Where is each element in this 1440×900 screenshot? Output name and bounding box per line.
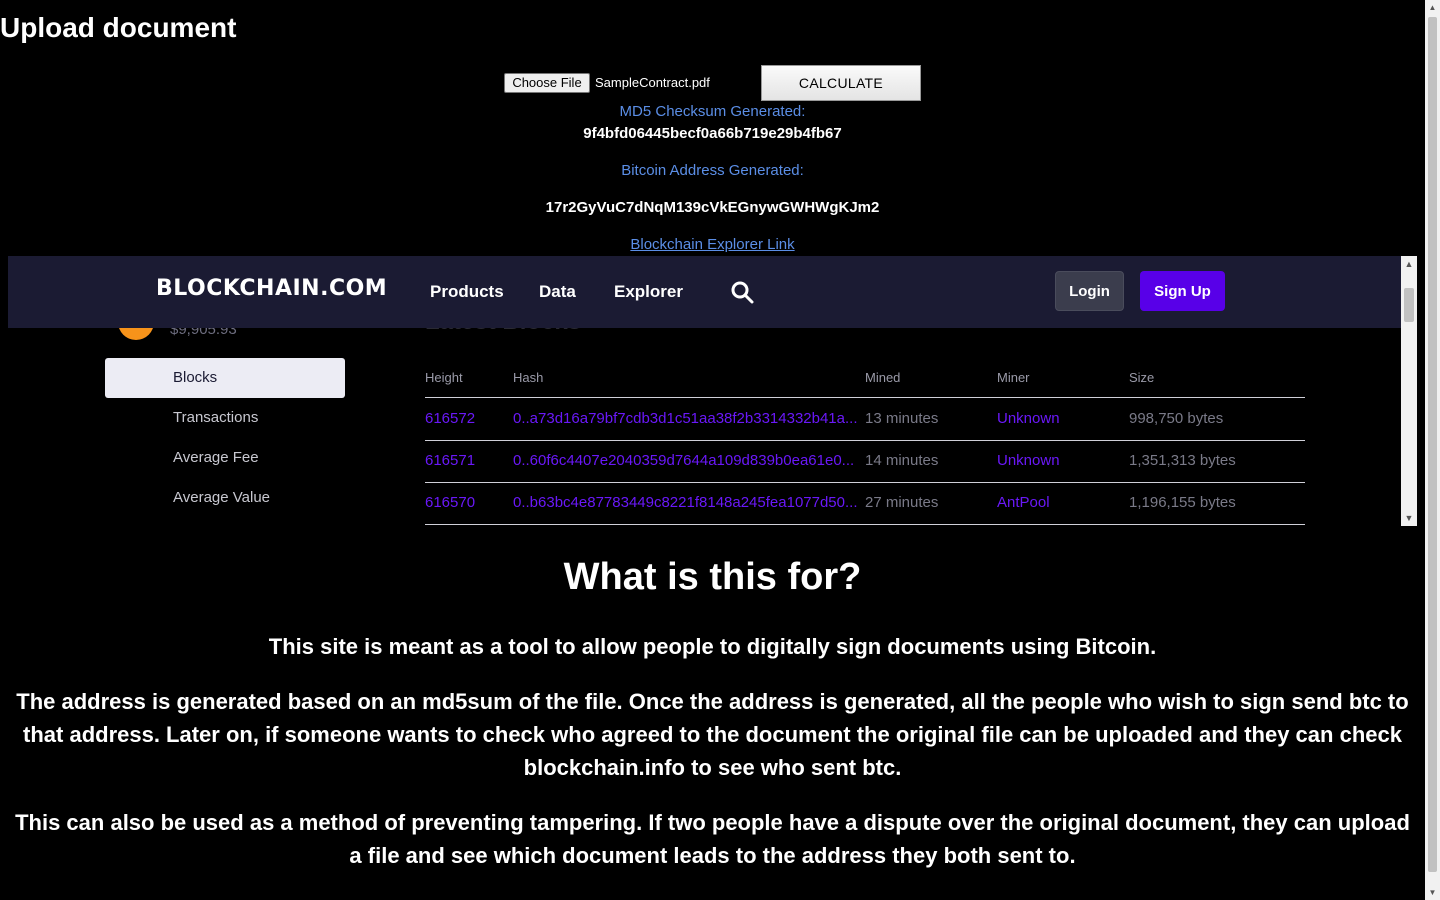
- md5-label: MD5 Checksum Generated:: [619, 103, 806, 120]
- scroll-down-arrow-icon[interactable]: ▼: [1401, 510, 1417, 526]
- block-miner-link[interactable]: Unknown: [997, 410, 1060, 427]
- page-scrollbar[interactable]: ▲ ▼: [1425, 0, 1440, 900]
- scroll-up-arrow-icon[interactable]: ▲: [1401, 256, 1417, 272]
- block-miner-link[interactable]: Unknown: [997, 452, 1060, 469]
- calculate-button[interactable]: CALCULATE: [761, 65, 921, 101]
- table-row: 616570 0..b63bc4e87783449c8221f8148a245f…: [425, 482, 1305, 525]
- page-scroll-thumb[interactable]: [1428, 17, 1437, 872]
- block-mined: 27 minutes: [865, 494, 939, 511]
- about-paragraph-3: This can also be used as a method of pre…: [15, 810, 1410, 868]
- block-mined: 14 minutes: [865, 452, 939, 469]
- block-hash-link[interactable]: 0..b63bc4e87783449c8221f8148a245fea1077d…: [513, 494, 863, 511]
- search-icon[interactable]: [730, 280, 754, 304]
- about-paragraph-1: This site is meant as a tool to allow pe…: [268, 634, 1157, 659]
- explorer-navbar: BLOCKCHAIN.COM Products Data Explorer Lo…: [8, 256, 1401, 328]
- address-label: Bitcoin Address Generated:: [621, 162, 804, 179]
- block-size: 1,196,155 bytes: [1129, 494, 1236, 511]
- md5-value: 9f4bfd06445becf0a66b719e29b4fb67: [583, 125, 842, 142]
- table-row: 616571 0..60f6c4407e2040359d7644a109d839…: [425, 440, 1305, 483]
- block-height-link[interactable]: 616570: [425, 494, 475, 511]
- explorer-link-wrap: Blockchain Explorer Link: [0, 236, 1425, 254]
- blockchain-explorer-frame[interactable]: BLOCKCHAIN.COM Products Data Explorer Lo…: [8, 256, 1417, 526]
- selected-file-name: SampleContract.pdf: [595, 75, 710, 90]
- sidebar-item-blocks[interactable]: Blocks: [105, 358, 345, 398]
- sidebar-item-average-fee[interactable]: Average Fee: [105, 438, 345, 478]
- about-paragraph-2: The address is generated based on an md5…: [16, 689, 1409, 780]
- block-size: 998,750 bytes: [1129, 410, 1224, 427]
- nav-explorer[interactable]: Explorer: [614, 282, 683, 302]
- col-header-size: Size: [1129, 370, 1155, 385]
- blockchain-explorer-link[interactable]: Blockchain Explorer Link: [630, 236, 794, 253]
- blockchain-logo[interactable]: BLOCKCHAIN.COM: [156, 276, 387, 301]
- col-header-hash: Hash: [513, 370, 544, 385]
- sidebar-item-transactions[interactable]: Transactions: [105, 398, 345, 438]
- block-height-link[interactable]: 616572: [425, 410, 475, 427]
- col-header-miner: Miner: [997, 370, 1030, 385]
- page-scroll-down-icon[interactable]: ▼: [1425, 885, 1440, 900]
- upload-row: Choose File SampleContract.pdf CALCULATE: [0, 65, 1425, 101]
- frame-scroll-thumb[interactable]: [1404, 288, 1414, 322]
- bitcoin-address-value: 17r2GyVuC7dNqM139cVkEGnywGWHWgKJm2: [545, 199, 880, 216]
- frame-content: BLOCKCHAIN.COM Products Data Explorer Lo…: [8, 256, 1401, 526]
- page-title: Upload document: [0, 12, 237, 43]
- choose-file-button[interactable]: Choose File: [504, 73, 590, 93]
- about-heading: What is this for?: [563, 556, 862, 598]
- block-height-link[interactable]: 616571: [425, 452, 475, 469]
- page: Upload document Choose File SampleContra…: [0, 0, 1425, 900]
- block-hash-link[interactable]: 0..a73d16a79bf7cdb3d1c51aa38f2b3314332b4…: [513, 410, 863, 427]
- nav-products[interactable]: Products: [430, 282, 504, 302]
- login-button[interactable]: Login: [1055, 271, 1124, 311]
- col-header-mined: Mined: [865, 370, 901, 385]
- block-mined: 13 minutes: [865, 410, 939, 427]
- sidebar-item-average-value[interactable]: Average Value: [105, 478, 345, 518]
- block-size: 1,351,313 bytes: [1129, 452, 1236, 469]
- nav-data[interactable]: Data: [539, 282, 576, 302]
- frame-scrollbar[interactable]: ▲ ▼: [1401, 256, 1417, 526]
- block-hash-link[interactable]: 0..60f6c4407e2040359d7644a109d839b0ea61e…: [513, 452, 863, 469]
- signup-button[interactable]: Sign Up: [1140, 271, 1225, 311]
- block-miner-link[interactable]: AntPool: [997, 494, 1050, 511]
- col-header-height: Height: [425, 370, 463, 385]
- page-scroll-up-icon[interactable]: ▲: [1425, 0, 1440, 15]
- table-row: 616572 0..a73d16a79bf7cdb3d1c51aa38f2b33…: [425, 398, 1305, 441]
